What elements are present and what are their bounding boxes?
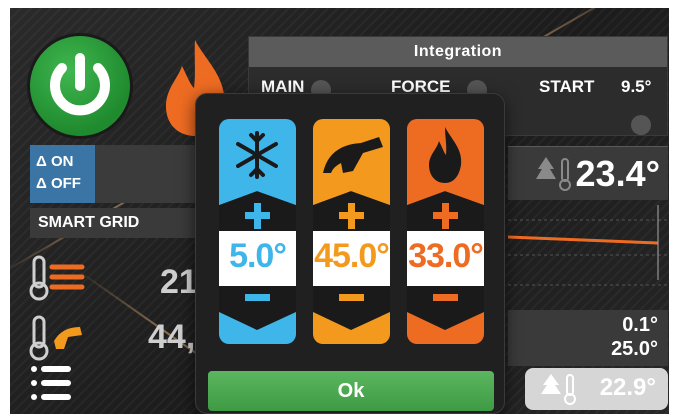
indoor-thermometer-icon: [541, 374, 576, 405]
dhw-setpoint-column: 45.0°: [313, 119, 390, 344]
cooling-value: 5.0°: [229, 237, 287, 275]
power-button[interactable]: [30, 36, 130, 136]
start-value: 9.5°: [621, 77, 652, 96]
delta-off-label: Δ OFF: [36, 175, 81, 192]
integration-title: Integration: [249, 37, 667, 67]
dhw-value: 44,: [148, 318, 196, 356]
menu-icon[interactable]: [30, 363, 72, 403]
indoor-temp-panel[interactable]: 22.9°: [525, 368, 668, 410]
power-icon: [50, 53, 110, 116]
thermometer-dhw-icon: [29, 315, 82, 361]
start-label: START: [539, 77, 595, 96]
dhw-decrease-button[interactable]: [313, 286, 390, 344]
faucet-icon: [323, 137, 383, 173]
summary-value-2: 25.0°: [611, 338, 658, 360]
setpoint-dialog: 5.0° 45.0° 33.0° Ok: [195, 93, 505, 414]
cooling-decrease-button[interactable]: [219, 286, 296, 344]
cooling-increase-button[interactable]: [219, 191, 296, 231]
ok-button[interactable]: Ok: [208, 371, 494, 411]
cooling-setpoint-column: 5.0°: [219, 119, 296, 344]
delta-on-label: Δ ON: [36, 153, 74, 170]
indoor-temp-value: 22.9°: [599, 374, 656, 401]
heating-increase-button[interactable]: [407, 191, 484, 231]
dhw-value: 45.0°: [314, 237, 390, 275]
heating-setpoint-column: 33.0°: [407, 119, 484, 344]
heating-value: 33.0°: [408, 237, 484, 275]
flame-icon: [429, 127, 462, 183]
outdoor-temp-panel[interactable]: 23.4°: [508, 146, 668, 200]
dhw-increase-button[interactable]: [313, 191, 390, 231]
temperature-graph: [508, 205, 668, 286]
setpoint-summary-panel[interactable]: 0.1° 25.0°: [508, 310, 668, 366]
status-indicator[interactable]: [631, 115, 651, 135]
heating-decrease-button[interactable]: [407, 286, 484, 344]
summary-value-1: 0.1°: [622, 314, 658, 336]
outdoor-thermometer-icon: [536, 157, 571, 191]
app-screen: Integration MAIN FORCE START 9.5° Δ ON Δ…: [10, 8, 669, 414]
outdoor-temp-value: 23.4°: [575, 153, 660, 194]
thermometer-heating-icon: [29, 255, 85, 301]
delta-block: Δ ON Δ OFF: [30, 145, 95, 203]
snowflake-icon: [236, 131, 278, 179]
